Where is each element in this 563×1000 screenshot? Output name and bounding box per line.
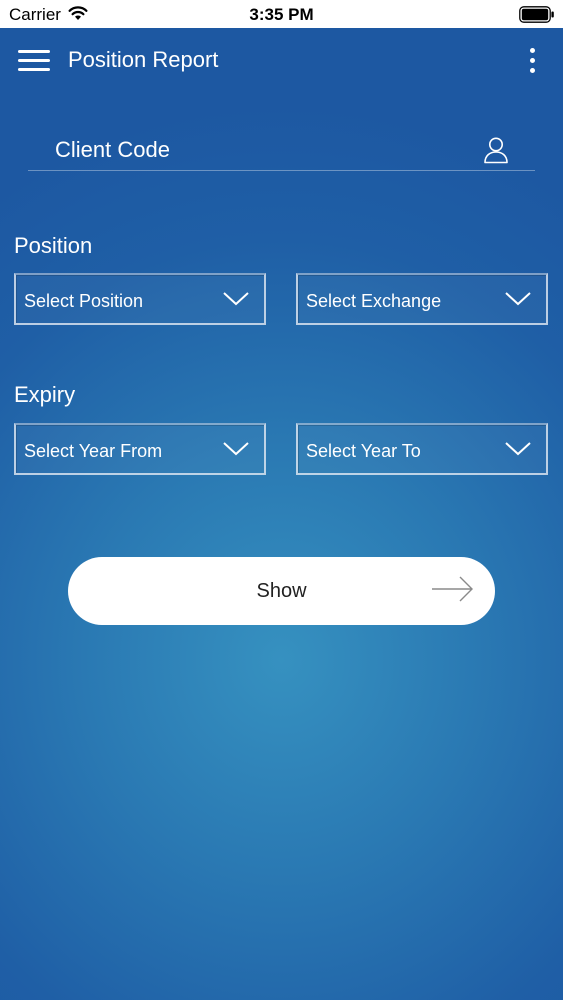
expiry-label: Expiry — [14, 382, 76, 407]
more-vertical-icon[interactable] — [527, 48, 537, 76]
status-bar: Carrier 3:35 PM — [0, 0, 563, 28]
chevron-down-icon — [222, 441, 250, 462]
client-code-placeholder: Client Code — [55, 137, 170, 162]
chevron-down-icon — [222, 291, 250, 312]
select-position-label: Select Position — [24, 291, 144, 311]
battery-icon — [519, 6, 555, 28]
select-position-dropdown[interactable]: Select Position — [14, 273, 266, 325]
select-exchange-label: Select Exchange — [306, 291, 442, 311]
select-exchange-dropdown[interactable]: Select Exchange — [296, 273, 548, 325]
select-year-to-dropdown[interactable]: Select Year To — [296, 423, 548, 475]
app-bar: Position Report — [0, 28, 563, 94]
select-year-to-label: Select Year To — [306, 441, 421, 461]
user-icon — [483, 136, 509, 169]
show-button[interactable]: Show — [68, 557, 495, 625]
status-time: 3:35 PM — [249, 5, 314, 24]
client-code-field[interactable]: Client Code — [28, 126, 535, 171]
chevron-down-icon — [504, 441, 532, 462]
page-title: Position Report — [68, 47, 219, 72]
select-year-from-label: Select Year From — [24, 441, 163, 461]
menu-icon[interactable] — [18, 50, 50, 74]
select-year-from-dropdown[interactable]: Select Year From — [14, 423, 266, 475]
position-label: Position — [14, 233, 93, 258]
arrow-right-icon — [431, 574, 475, 609]
chevron-down-icon — [504, 291, 532, 312]
